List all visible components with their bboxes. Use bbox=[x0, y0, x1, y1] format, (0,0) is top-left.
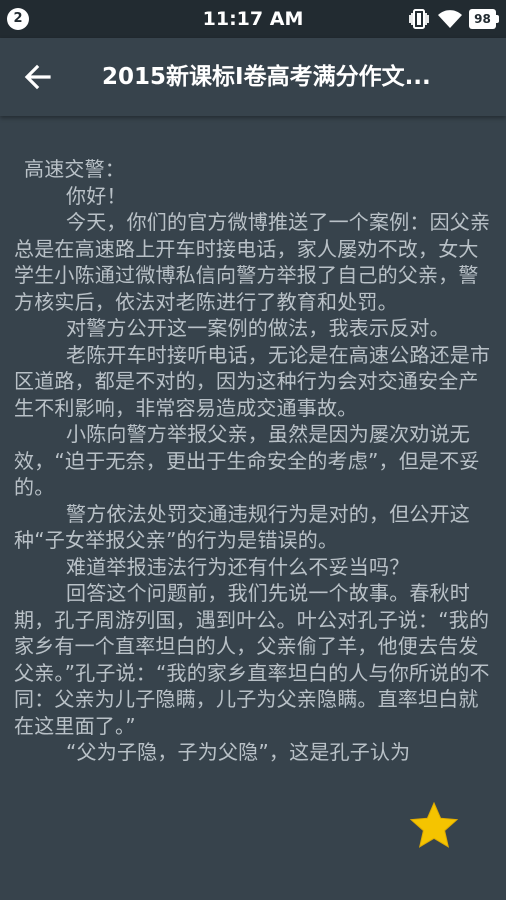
back-button[interactable] bbox=[20, 59, 56, 95]
article-content[interactable]: 高速交警： 你好！ 今天，你们的官方微博推送了一个案例：因父亲总是在高速路上开车… bbox=[0, 116, 506, 900]
article-paragraph: 小陈向警方举报父亲，虽然是因为屡次劝说无效，“迫于无奈，更出于生命安全的考虑”，… bbox=[14, 422, 480, 499]
article-paragraph: 老陈开车时接听电话，无论是在高速公路还是市区道路，都是不对的，因为这种行为会对交… bbox=[14, 342, 491, 420]
article-paragraph: 回答这个问题前，我们先说一个故事。春秋时期，孔子周游列国，遇到叶公。叶公对孔子说… bbox=[14, 581, 490, 738]
vibrate-icon bbox=[409, 9, 429, 29]
battery-level: 98 bbox=[474, 12, 491, 26]
article-body: 高速交警： 你好！ 今天，你们的官方微博推送了一个案例：因父亲总是在高速路上开车… bbox=[0, 116, 506, 766]
favorite-star-button[interactable] bbox=[408, 800, 460, 852]
article-paragraph: 你好！ bbox=[66, 183, 127, 208]
page-title: 2015新课标I卷高考满分作文... bbox=[102, 64, 431, 90]
article-paragraph: 对警方公开这一案例的做法，我表示反对。 bbox=[66, 316, 450, 340]
article-paragraph: 警方依法处罚交通违规行为是对的，但公开这种“子女举报父亲”的行为是错误的。 bbox=[14, 501, 470, 553]
article-paragraph: 高速交警： bbox=[24, 157, 125, 181]
battery-icon: 98 bbox=[469, 9, 499, 29]
app-bar: 2015新课标I卷高考满分作文... bbox=[0, 38, 506, 116]
article-paragraph: 今天，你们的官方微博推送了一个案例：因父亲总是在高速路上开车时接电话，家人屡劝不… bbox=[14, 210, 491, 314]
battery-tip bbox=[496, 15, 499, 23]
star-icon bbox=[409, 801, 459, 848]
arrow-left-icon bbox=[24, 64, 51, 90]
reader-screen: 2 11:17 AM 98 2015新课标I卷高考满分作文... 高速交警： 你 bbox=[0, 0, 506, 900]
wifi-icon bbox=[438, 10, 462, 28]
status-bar: 2 11:17 AM 98 bbox=[0, 0, 506, 38]
article-paragraph: “父为子隐，子为父隐”，这是孔子认为 bbox=[66, 740, 411, 764]
article-paragraph: 难道举报违法行为还有什么不妥当吗？ bbox=[66, 554, 410, 579]
